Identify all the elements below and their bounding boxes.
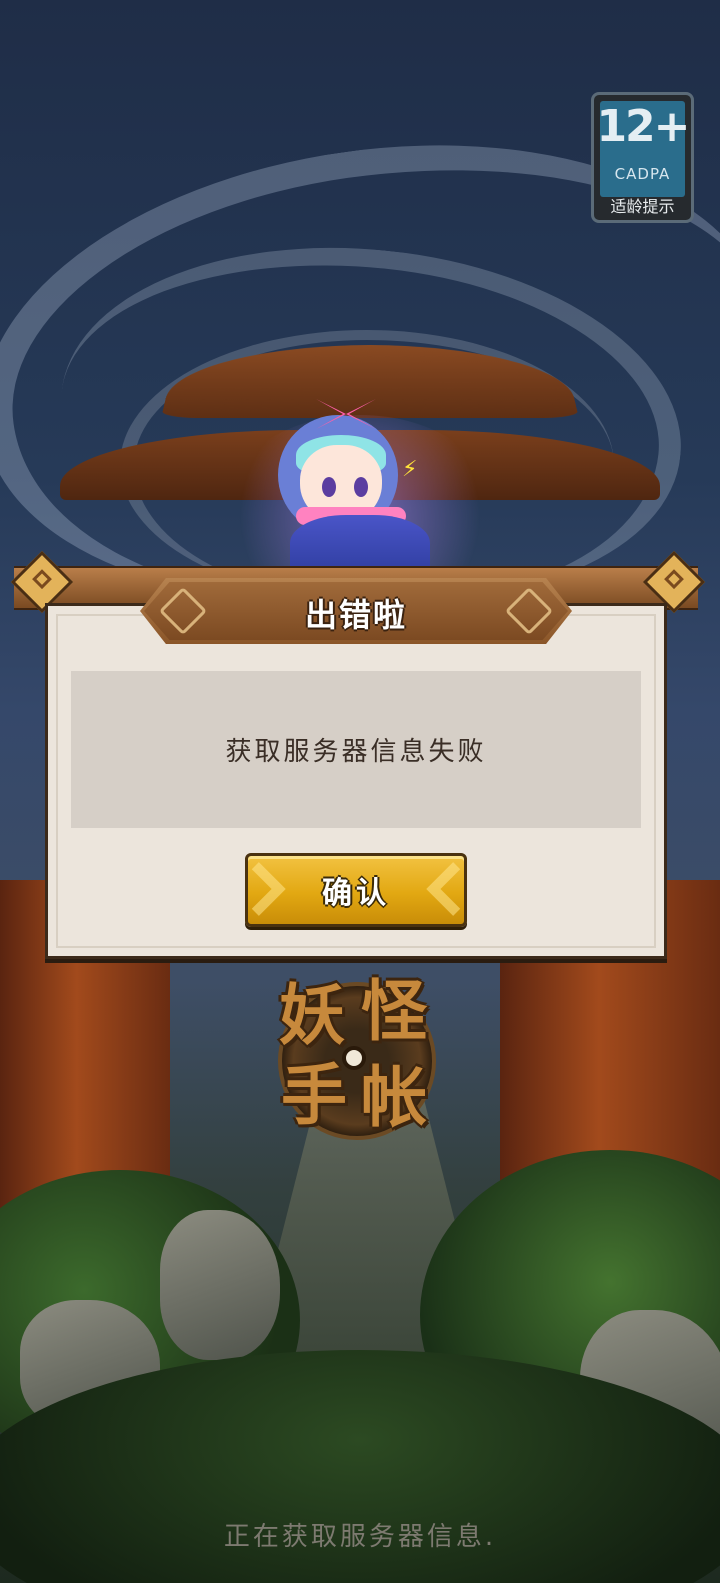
age-rating-number: 12+ [596, 101, 690, 152]
logo-char: 怪 [361, 973, 427, 1050]
dialog-title: 出错啦 [304, 596, 407, 634]
mascot-eye [354, 477, 368, 497]
mascot-character: ⚡ [220, 395, 500, 615]
confirm-button-label: 确认 [322, 876, 390, 911]
age-rating-org: CADPA [614, 165, 671, 183]
age-rating-caption: 适龄提示 [610, 197, 675, 216]
message-box: 获取服务器信息失败 [71, 671, 641, 828]
mascot-eye [322, 477, 336, 497]
sparkle-icon: ⚡ [402, 457, 418, 482]
loading-status-text: 正在获取服务器信息. [223, 1522, 497, 1552]
logo-char: 手 [281, 1057, 347, 1134]
game-logo: 妖 怪 手 帐 [268, 972, 440, 1144]
confirm-button[interactable]: 确认 [231, 853, 481, 927]
logo-char: 帐 [361, 1059, 427, 1136]
error-message: 获取服务器信息失败 [225, 737, 487, 767]
rock [160, 1210, 280, 1360]
dialog-title-plate: 出错啦 [140, 578, 572, 644]
logo-char: 妖 [279, 977, 345, 1054]
age-rating-badge[interactable]: 12+ CADPA 适龄提示 [591, 92, 694, 223]
